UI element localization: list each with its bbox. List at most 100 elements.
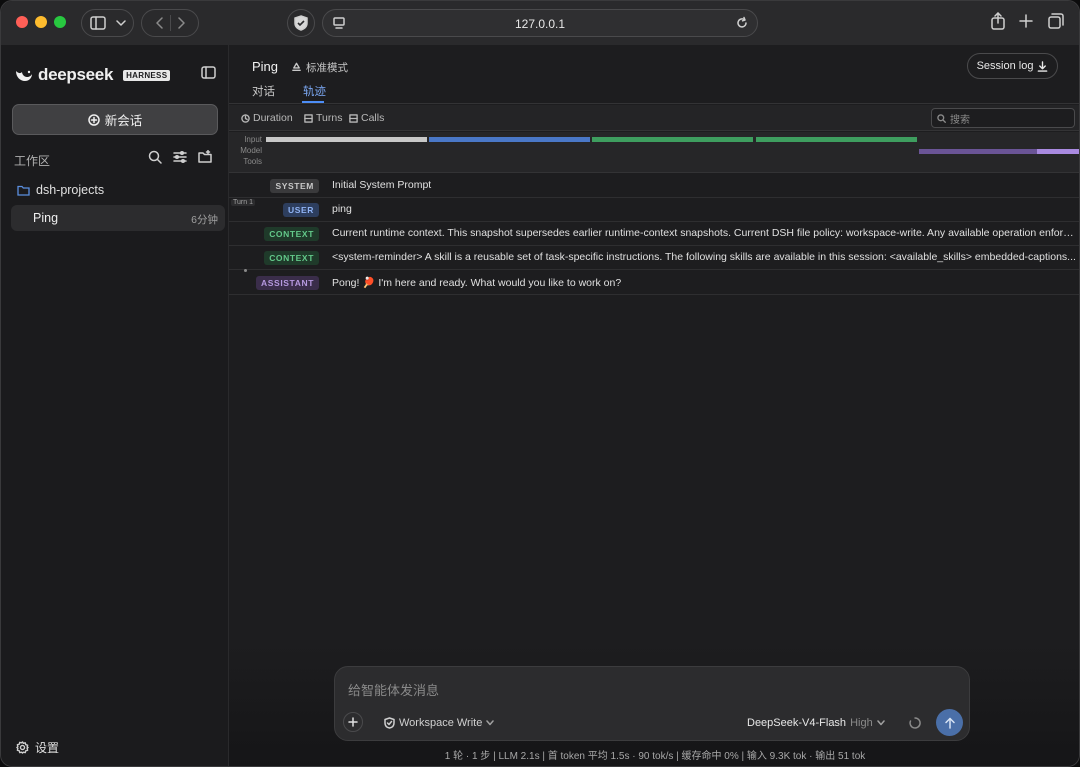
minimize-window-button[interactable] [35,16,47,28]
timeline-label-model: Model [240,146,262,155]
timeline-bar-user[interactable] [429,137,590,142]
tab-trace[interactable]: 轨迹 [303,83,326,99]
trace-row[interactable]: Turn 1 USER ping [229,198,1079,222]
mode-label: 标准模式 [306,62,348,74]
folder-icon [17,185,30,196]
mode-indicator[interactable]: 标准模式 [291,60,348,75]
browser-sidebar-button[interactable] [81,9,134,37]
nav-divider [169,15,171,31]
workspace-actions [148,150,212,164]
message-composer[interactable]: 给智能体发消息 Workspace Write DeepSeek-V4-Flas… [334,666,970,741]
timeline-bar-model[interactable] [919,149,1037,154]
role-badge-system: SYSTEM [270,179,319,193]
address-bar[interactable]: 127.0.0.1 [322,9,758,37]
reload-icon[interactable] [735,16,749,30]
new-folder-icon[interactable] [198,150,212,164]
role-badge-user: USER [282,203,319,217]
forward-arrow-icon[interactable] [177,17,185,29]
clock-icon [241,113,250,123]
chevron-down-icon [115,20,126,26]
timeline-bar-system[interactable] [266,137,427,142]
trace-timeline: Input Model Tools [229,132,1079,173]
turn-label: Turn 1 [231,199,255,206]
search-placeholder: 搜索 [950,114,970,126]
search-icon [937,113,946,123]
trace-row[interactable]: CONTEXT <system-reminder> A skill is a r… [229,246,1079,270]
new-chat-label: 新会话 [104,114,143,128]
timeline-label-tools: Tools [243,157,262,166]
settings-button[interactable]: 设置 [16,739,59,756]
page-title: Ping [252,59,279,74]
trace-row[interactable]: CONTEXT Current runtime context. This sn… [229,222,1079,246]
harness-badge: HARNESS [123,69,171,81]
timeline-bar-assistant[interactable] [1037,149,1079,154]
collapse-sidebar-icon[interactable] [201,66,216,79]
back-arrow-icon[interactable] [155,17,164,29]
duration-toggle[interactable]: Duration [241,112,293,124]
folder-name: dsh-projects [36,183,105,197]
sidebar: deepseek HARNESS 新会话 工作区 dsh-projects Pi… [1,45,229,766]
role-badge-assistant: ASSISTANT [256,276,319,290]
status-bar: 1 轮 · 1 步 | LLM 2.1s | 首 token 平均 1.5s ·… [444,751,866,762]
close-window-button[interactable] [16,16,28,28]
main-panel: Ping 标准模式 对话 轨迹 Session log Duration Tur… [229,45,1079,766]
row-text: Initial System Prompt [332,179,432,191]
tab-overview-icon[interactable] [1048,13,1064,29]
trace-row[interactable]: SYSTEM Initial System Prompt [229,174,1079,198]
plus-icon [348,717,358,727]
calls-label: Calls [361,112,385,124]
new-tab-icon[interactable] [1019,14,1033,28]
session-name: Ping [33,211,59,225]
attach-button[interactable] [343,712,363,732]
session-log-label: Session log [976,60,1034,72]
model-selector[interactable]: DeepSeek-V4-Flash High [747,717,885,729]
turns-toggle[interactable]: Turns [304,112,342,124]
sidebar-icon [89,16,106,30]
timeline-bar-context[interactable] [592,137,753,142]
download-icon [1038,60,1048,72]
gear-icon [16,741,29,754]
whale-icon [16,70,32,81]
row-text: Pong! 🏓 I'm here and ready. What would y… [332,277,622,289]
browser-toolbar: 127.0.0.1 [1,1,1079,45]
list-icon [349,113,358,123]
folder-dsh-projects[interactable]: dsh-projects [17,183,104,197]
chevron-down-icon [876,720,885,726]
plus-circle-icon [87,113,100,126]
trace-row[interactable]: ASSISTANT Pong! 🏓 I'm here and ready. Wh… [229,271,1079,295]
session-log-button[interactable]: Session log [967,53,1058,79]
send-button[interactable] [936,709,963,736]
message-input[interactable]: 给智能体发消息 [348,680,439,699]
model-name: DeepSeek-V4-Flash [747,717,847,729]
browser-window: 127.0.0.1 deepseek HARNESS 新会话 工作区 dsh-p… [0,0,1080,767]
turns-label: Turns [316,112,343,124]
deepseek-logo: deepseek HARNESS [14,65,171,85]
role-badge-context: CONTEXT [264,251,319,265]
tab-chat[interactable]: 对话 [252,83,275,99]
workspace-heading: 工作区 [14,154,51,168]
timeline-bar-context[interactable] [756,137,917,142]
permission-label: Workspace Write [399,717,483,729]
trace-toolbar: Duration Turns Calls 搜索 [229,105,1079,131]
trace-search-input[interactable]: 搜索 [931,108,1075,128]
permission-selector[interactable]: Workspace Write [384,717,495,729]
calls-toggle[interactable]: Calls [349,112,384,124]
logo-text: deepseek [38,65,114,84]
recycle-icon [292,62,301,71]
shield-icon [294,15,308,31]
arrow-up-icon [944,717,955,729]
session-item-ping[interactable]: Ping 6分钟 [11,205,225,231]
header-divider [229,103,1079,104]
chevron-down-icon [486,720,495,726]
privacy-shield-button[interactable] [287,9,315,37]
fullscreen-window-button[interactable] [54,16,66,28]
search-icon[interactable] [148,150,162,164]
nav-buttons [141,9,199,37]
row-text: Current runtime context. This snapshot s… [332,227,1077,239]
filter-sliders-icon[interactable] [173,150,187,164]
settings-label: 设置 [35,741,60,755]
model-level: High [850,717,873,729]
share-icon[interactable] [990,12,1006,30]
list-icon [304,113,313,123]
new-chat-button[interactable]: 新会话 [12,104,218,135]
